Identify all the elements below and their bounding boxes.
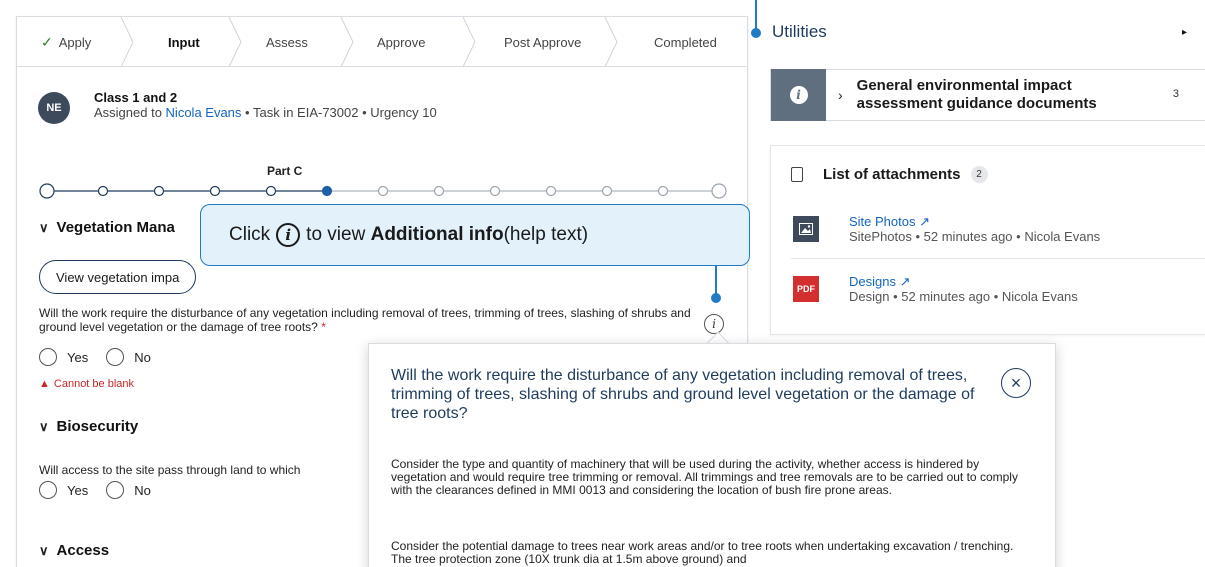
section-vegetation-header[interactable]: ∨ Vegetation Mana xyxy=(39,219,175,236)
expand-utilities-icon[interactable]: ▸ xyxy=(1182,27,1187,38)
divider xyxy=(791,258,1205,259)
progress-step-dot[interactable] xyxy=(657,185,669,197)
step-label: Apply xyxy=(58,34,92,50)
error-text: Cannot be blank xyxy=(53,378,135,390)
view-vegetation-impact-button[interactable]: View vegetation impa xyxy=(39,260,197,294)
radio-no[interactable] xyxy=(106,481,125,499)
progress-step-dot[interactable] xyxy=(97,185,109,197)
attachment-link[interactable]: Designs ↗ xyxy=(849,274,1078,289)
radio-label: Yes xyxy=(67,349,89,365)
section-access-header[interactable]: ∨ Access xyxy=(39,542,109,559)
step-apply[interactable]: ✓ Apply xyxy=(17,17,134,67)
section-biosecurity-header[interactable]: ∨ Biosecurity xyxy=(39,418,138,435)
progress-step-dot[interactable] xyxy=(711,183,727,199)
help-popover: Will the work require the disturbance of… xyxy=(368,343,1056,567)
progress-step-dot[interactable] xyxy=(321,185,333,197)
guidance-title: General environmental impact assessment … xyxy=(856,77,1097,112)
workflow-stepper: ✓ Apply Input Assess Approve Post Approv… xyxy=(17,17,747,67)
annotation-dot xyxy=(751,28,761,38)
radio-no[interactable] xyxy=(106,348,125,366)
avatar: NE xyxy=(38,92,70,124)
info-icon: i xyxy=(789,86,808,104)
assignee-link[interactable]: Nicola Evans xyxy=(166,105,242,120)
chevron-down-icon: ∨ xyxy=(39,418,49,434)
task-title: Class 1 and 2 xyxy=(94,90,178,105)
close-icon[interactable]: × xyxy=(1001,368,1031,398)
step-completed[interactable]: Completed xyxy=(616,17,746,67)
radio-label: No xyxy=(134,349,151,365)
guidance-count: 3 xyxy=(1172,88,1179,100)
utilities-title: Utilities xyxy=(772,22,827,41)
chevron-down-icon: ∨ xyxy=(39,219,49,235)
callout-dot xyxy=(711,293,721,303)
part-label: Part C xyxy=(267,164,303,178)
popover-paragraph: Consider the potential damage to trees n… xyxy=(391,539,1014,566)
step-label: Post Approve xyxy=(504,34,582,50)
radio-yes[interactable] xyxy=(39,348,57,366)
section-title: Access xyxy=(56,542,110,559)
external-link-icon: ↗ xyxy=(919,214,931,229)
step-label: Approve xyxy=(377,34,426,50)
step-post-approve[interactable]: Post Approve xyxy=(474,17,618,67)
step-label: Completed xyxy=(654,34,717,50)
progress-step-dot[interactable] xyxy=(601,185,613,197)
info-block: i xyxy=(771,69,826,121)
attachments-title: List of attachments xyxy=(823,166,961,183)
progress-step-dot[interactable] xyxy=(545,185,557,197)
progress-step-dot[interactable] xyxy=(489,185,501,197)
check-icon: ✓ xyxy=(41,33,53,50)
radio-group-vegetation: Yes No xyxy=(39,348,169,366)
section-title: Biosecurity xyxy=(56,418,139,435)
info-icon[interactable]: i xyxy=(704,314,724,334)
step-input[interactable]: Input xyxy=(132,17,242,67)
attachments-header: List of attachments 2 xyxy=(791,166,988,183)
annotation-line xyxy=(755,0,757,30)
radio-label: Yes xyxy=(67,482,89,498)
required-marker: * xyxy=(317,320,326,334)
attachment-link[interactable]: Site Photos ↗ xyxy=(849,214,1100,229)
step-label: Input xyxy=(168,34,200,50)
count-badge: 2 xyxy=(970,166,988,183)
task-header: NE Class 1 and 2 Assigned to Nicola Evan… xyxy=(38,90,437,124)
progress-step-dot[interactable] xyxy=(153,185,165,197)
guidance-documents-card[interactable]: i › General environmental impact assessm… xyxy=(770,69,1205,121)
validation-error: ▲ Cannot be blank xyxy=(39,378,134,390)
attachment-meta: SitePhotos • 52 minutes ago • Nicola Eva… xyxy=(849,229,1101,244)
radio-label: No xyxy=(134,482,151,498)
attachment-item[interactable]: PDF Designs ↗ Design • 52 minutes ago • … xyxy=(793,274,1078,304)
radio-group-biosecurity: Yes No xyxy=(39,481,169,499)
help-callout: Click i to view Additional info (help te… xyxy=(200,204,750,266)
radio-yes[interactable] xyxy=(39,481,57,499)
progress-step-dot[interactable] xyxy=(265,185,277,197)
task-subtitle: Assigned to Nicola Evans • Task in EIA-7… xyxy=(94,105,437,120)
chevron-down-icon: ∨ xyxy=(39,542,49,558)
progress-step-dot[interactable] xyxy=(377,185,389,197)
step-assess[interactable]: Assess xyxy=(240,17,354,67)
question-vegetation-disturbance: Will the work require the disturbance of… xyxy=(39,306,691,334)
progress-step-dot[interactable] xyxy=(39,183,55,199)
section-title: Vegetation Mana xyxy=(56,219,175,236)
part-progress-track xyxy=(39,183,727,199)
popover-title: Will the work require the disturbance of… xyxy=(391,367,975,422)
chevron-right-icon: › xyxy=(838,87,843,103)
external-link-icon: ↗ xyxy=(899,274,911,289)
info-icon: i xyxy=(276,223,301,247)
progress-step-dot[interactable] xyxy=(433,185,445,197)
step-label: Assess xyxy=(266,34,308,50)
image-icon xyxy=(793,216,819,242)
clipboard-icon xyxy=(791,167,803,182)
attachment-meta: Design • 52 minutes ago • Nicola Evans xyxy=(849,289,1078,304)
callout-stem xyxy=(715,266,717,296)
warning-icon: ▲ xyxy=(39,378,50,390)
pdf-icon: PDF xyxy=(793,276,819,302)
attachments-card: List of attachments 2 Site Photos ↗ Site… xyxy=(770,145,1205,335)
step-approve[interactable]: Approve xyxy=(352,17,476,67)
attachment-item[interactable]: Site Photos ↗ SitePhotos • 52 minutes ag… xyxy=(793,214,1100,244)
progress-step-dot[interactable] xyxy=(209,185,221,197)
popover-paragraph: Consider the type and quantity of machin… xyxy=(391,457,1018,497)
